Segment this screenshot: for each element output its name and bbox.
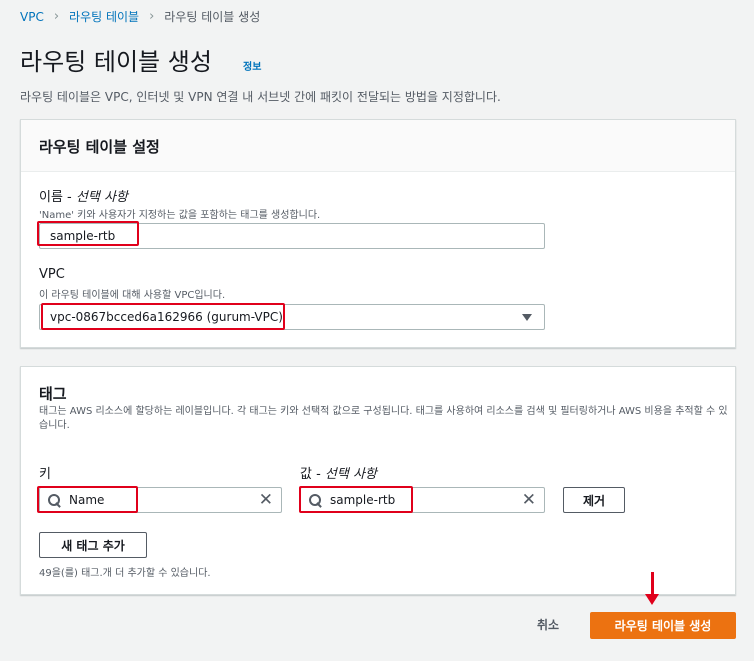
page-description: 라우팅 테이블은 VPC, 인터넷 및 VPN 연결 내 서브넷 간에 패킷이 … bbox=[20, 90, 501, 104]
cancel-button[interactable]: 취소 bbox=[537, 616, 559, 633]
highlight-box bbox=[41, 303, 285, 330]
add-tag-button[interactable]: 새 태그 추가 bbox=[39, 532, 147, 558]
remove-tag-button[interactable]: 제거 bbox=[563, 487, 625, 513]
breadcrumb-route-tables-link[interactable]: 라우팅 테이블 bbox=[69, 8, 139, 25]
close-icon[interactable]: ✕ bbox=[259, 490, 273, 510]
highlight-box bbox=[299, 486, 413, 513]
close-icon[interactable]: ✕ bbox=[522, 490, 536, 510]
chevron-right-icon: › bbox=[53, 9, 60, 24]
vpc-field-label: VPC bbox=[39, 267, 65, 282]
name-field-description: 'Name' 키와 사용자가 지정하는 값을 포함하는 태그를 생성합니다. bbox=[39, 210, 321, 221]
breadcrumb-current: 라우팅 테이블 생성 bbox=[164, 10, 261, 24]
breadcrumb-vpc-link[interactable]: VPC bbox=[20, 10, 44, 24]
breadcrumb: VPC › 라우팅 테이블 › 라우팅 테이블 생성 bbox=[20, 8, 260, 25]
route-table-settings-panel: 라우팅 테이블 설정 이름 - 선택 사항 'Name' 키와 사용자가 지정하… bbox=[20, 119, 736, 348]
tag-value-label-text: 값 - bbox=[300, 467, 325, 482]
vpc-field-description: 이 라우팅 테이블에 대해 사용할 VPC입니다. bbox=[39, 290, 226, 301]
chevron-right-icon: › bbox=[149, 9, 155, 24]
info-link[interactable]: 정보 bbox=[243, 58, 261, 73]
tags-title: 태그 bbox=[39, 385, 67, 403]
tags-remaining-text: 49을(를) 태그.개 더 추가할 수 있습니다. bbox=[39, 568, 211, 579]
page-title: 라우팅 테이블 생성 bbox=[20, 48, 212, 76]
highlight-box bbox=[37, 221, 139, 246]
tag-value-optional-text: 선택 사항 bbox=[324, 467, 377, 482]
caret-down-icon bbox=[522, 314, 532, 321]
name-label-text: 이름 - bbox=[39, 190, 76, 205]
arrow-head bbox=[645, 594, 659, 605]
tag-key-label: 키 bbox=[39, 467, 51, 482]
tags-description: 태그는 AWS 리소스에 할당하는 레이블입니다. 각 태그는 키와 선택적 값… bbox=[39, 406, 728, 431]
create-route-table-button[interactable]: 라우팅 테이블 생성 bbox=[590, 612, 736, 639]
panel-header: 라우팅 테이블 설정 bbox=[21, 120, 735, 172]
tag-value-label: 값 - 선택 사항 bbox=[300, 463, 377, 482]
panel-title: 라우팅 테이블 설정 bbox=[39, 138, 160, 156]
tags-panel: 태그 태그는 AWS 리소스에 할당하는 레이블입니다. 각 태그는 키와 선택… bbox=[20, 366, 736, 595]
arrow-down-icon bbox=[651, 572, 654, 596]
name-optional-text: 선택 사항 bbox=[75, 190, 128, 205]
highlight-box bbox=[37, 486, 138, 513]
name-field-label: 이름 - 선택 사항 bbox=[39, 186, 128, 205]
